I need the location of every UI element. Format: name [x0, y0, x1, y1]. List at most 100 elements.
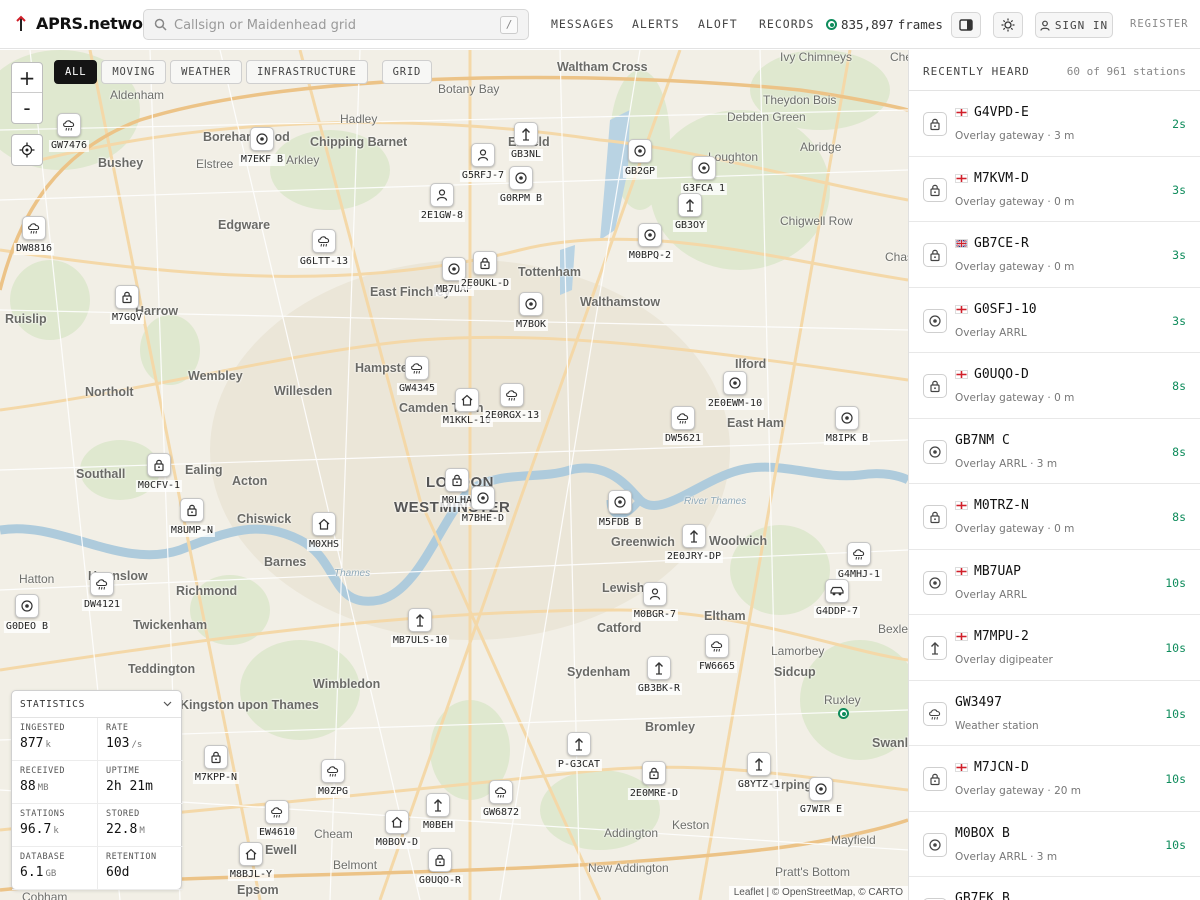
- station-marker-label[interactable]: 2E0UKL-D: [458, 278, 512, 290]
- station-marker-label[interactable]: G6LTT-13: [297, 256, 351, 268]
- recent-station-row[interactable]: M7MPU-2 Overlay digipeater 10s: [909, 615, 1200, 681]
- station-marker[interactable]: [638, 223, 662, 247]
- station-marker[interactable]: [265, 800, 289, 824]
- station-marker-label[interactable]: M0BGR-7: [631, 609, 679, 621]
- recent-station-row[interactable]: MB7UAP Overlay ARRL 10s: [909, 550, 1200, 615]
- recent-station-row[interactable]: GB7EK B: [909, 877, 1200, 900]
- station-marker-label[interactable]: M0LHA: [439, 495, 475, 507]
- station-marker[interactable]: [567, 732, 591, 756]
- station-marker-label[interactable]: M5FDB B: [596, 517, 644, 529]
- station-marker[interactable]: [643, 582, 667, 606]
- station-marker[interactable]: [489, 780, 513, 804]
- station-marker[interactable]: [473, 251, 497, 275]
- station-marker[interactable]: [628, 139, 652, 163]
- nav-messages[interactable]: MESSAGES: [551, 17, 614, 31]
- station-marker[interactable]: [471, 143, 495, 167]
- filter-weather[interactable]: WEATHER: [170, 60, 242, 84]
- recent-station-row[interactable]: M0BOX B Overlay ARRL · 3 m 10s: [909, 812, 1200, 877]
- station-marker-label[interactable]: 2E0MRE-D: [627, 788, 681, 800]
- station-marker[interactable]: [671, 406, 695, 430]
- statistics-header[interactable]: STATISTICS: [12, 691, 849, 719]
- station-marker-label[interactable]: EW4610: [256, 827, 298, 839]
- search-input[interactable]: [174, 14, 494, 36]
- station-marker[interactable]: [15, 594, 39, 618]
- station-marker-label[interactable]: M7KPP-N: [192, 772, 240, 784]
- station-marker-label[interactable]: M7EKF B: [238, 154, 286, 166]
- station-marker[interactable]: [385, 810, 409, 834]
- nav-alerts[interactable]: ALERTS: [632, 17, 680, 31]
- map-view[interactable]: Waltham Cross Botany Bay Theydon Bois Ivy C…: [0, 50, 908, 900]
- station-marker[interactable]: [705, 634, 729, 658]
- station-marker[interactable]: [426, 793, 450, 817]
- station-marker[interactable]: [250, 127, 274, 151]
- station-marker[interactable]: [180, 498, 204, 522]
- station-marker[interactable]: [514, 122, 538, 146]
- station-marker[interactable]: [642, 761, 666, 785]
- toggle-sidebar-button[interactable]: [951, 12, 981, 38]
- station-marker-label[interactable]: DW5621: [662, 433, 704, 445]
- station-marker-label[interactable]: MB7ULS-10: [390, 635, 450, 647]
- station-marker[interactable]: [678, 193, 702, 217]
- station-marker[interactable]: [471, 486, 495, 510]
- station-marker-label[interactable]: 2E0JRY-DP: [664, 551, 724, 563]
- filter-moving[interactable]: MOVING: [101, 60, 167, 84]
- station-marker-label[interactable]: P-G3CAT: [555, 759, 603, 771]
- station-marker[interactable]: [835, 406, 859, 430]
- station-marker-label[interactable]: G0RPM B: [497, 193, 545, 205]
- station-marker-label[interactable]: M8BJL-Y: [227, 869, 275, 881]
- station-marker-label[interactable]: FW6665: [696, 661, 738, 673]
- station-marker[interactable]: [312, 229, 336, 253]
- chevron-down-icon[interactable]: [163, 701, 172, 707]
- nav-records[interactable]: RECORDS: [759, 17, 814, 31]
- station-marker[interactable]: [115, 285, 139, 309]
- station-marker-label[interactable]: GW7476: [48, 140, 90, 152]
- station-marker[interactable]: [500, 383, 524, 407]
- station-marker[interactable]: [204, 745, 228, 769]
- station-marker-label[interactable]: M8IPK B: [823, 433, 871, 445]
- recent-station-row[interactable]: M7JCN-D Overlay gateway · 20 m 10s: [909, 746, 1200, 812]
- station-marker-label[interactable]: G5RFJ-7: [459, 170, 507, 182]
- station-marker-label[interactable]: M0XHS: [306, 539, 342, 551]
- filter-all[interactable]: ALL: [54, 60, 98, 84]
- station-marker-label[interactable]: 2E1GW-8: [418, 210, 466, 222]
- station-marker-label[interactable]: G8YTZ-1: [735, 779, 783, 791]
- station-marker[interactable]: [647, 656, 671, 680]
- register-link[interactable]: REGISTER: [1130, 18, 1189, 30]
- station-marker[interactable]: [405, 356, 429, 380]
- recent-station-row[interactable]: G4VPD-E Overlay gateway · 3 m 2s: [909, 91, 1200, 157]
- station-marker-label[interactable]: 2E0EWM-10: [705, 398, 765, 410]
- station-marker[interactable]: [682, 524, 706, 548]
- app-logo[interactable]: APRS.network: [14, 14, 161, 33]
- station-marker-label[interactable]: M0CFV-1: [135, 480, 183, 492]
- station-marker[interactable]: [321, 759, 345, 783]
- station-marker-label[interactable]: M7BOK: [513, 319, 549, 331]
- station-marker-label[interactable]: M0BEH: [420, 820, 456, 832]
- zoom-out-button[interactable]: -: [12, 93, 42, 123]
- filter-infrastructure[interactable]: INFRASTRUCTURE: [245, 60, 368, 84]
- station-marker-label[interactable]: M0BOV-D: [373, 837, 421, 849]
- station-marker[interactable]: [847, 542, 871, 566]
- nav-aloft[interactable]: ALOFT: [698, 17, 738, 31]
- station-marker-label[interactable]: M0BPQ-2: [626, 250, 674, 262]
- station-marker[interactable]: [608, 490, 632, 514]
- station-marker-label[interactable]: M7BHE-D: [459, 513, 507, 525]
- recent-station-row[interactable]: GW3497 Weather station 10s: [909, 681, 1200, 746]
- station-marker-label[interactable]: M0ZPG: [315, 786, 351, 798]
- sign-in-button[interactable]: SIGN IN: [1035, 12, 1113, 38]
- station-marker-label[interactable]: G0UQO-R: [416, 875, 464, 887]
- search-box[interactable]: /: [143, 9, 529, 40]
- station-marker-label[interactable]: G0DEO B: [3, 621, 51, 633]
- recent-station-row[interactable]: GB7NM C Overlay ARRL · 3 m 8s: [909, 419, 1200, 484]
- zoom-in-button[interactable]: +: [12, 63, 42, 93]
- station-marker[interactable]: [239, 842, 263, 866]
- theme-toggle-button[interactable]: [993, 12, 1023, 38]
- station-marker-label[interactable]: DW4121: [81, 599, 123, 611]
- station-marker-label[interactable]: G4DDP-7: [813, 606, 861, 618]
- station-marker[interactable]: [445, 468, 469, 492]
- station-marker[interactable]: [455, 388, 479, 412]
- station-marker-label[interactable]: DW8816: [13, 243, 55, 255]
- station-marker-label[interactable]: GB2GP: [622, 166, 658, 178]
- station-marker[interactable]: [22, 216, 46, 240]
- station-marker[interactable]: [430, 183, 454, 207]
- recent-station-row[interactable]: GB7CE-R Overlay gateway · 0 m 3s: [909, 222, 1200, 288]
